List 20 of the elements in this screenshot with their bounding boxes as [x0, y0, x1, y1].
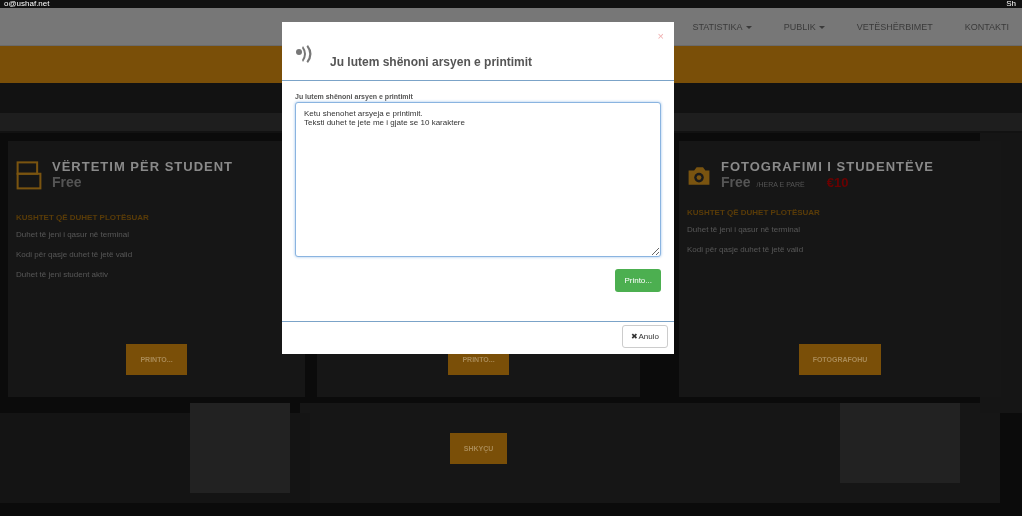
camera-icon — [687, 165, 711, 187]
dialog-title: Ju lutem shënoni arsyen e printimit — [330, 55, 533, 69]
nav-link[interactable]: KONTAKTI — [964, 21, 1009, 32]
print-button[interactable]: Printo... — [615, 269, 661, 292]
card-title: VËRTETIM PËR STUDENT — [52, 159, 234, 174]
close-button[interactable]: × — [657, 30, 664, 42]
price-text: Free — [721, 174, 751, 190]
nav-link[interactable]: STATISTIKA — [692, 21, 752, 32]
reason-field[interactable]: Ketu shenohet arsyeja e printimit. Teksti duhet te jete me i gjate se 10 karaktere — [295, 102, 661, 257]
close-icon: ✖ — [630, 332, 638, 341]
conditions-heading: KUSHTET QË DUHET PLOTËSUAR — [16, 213, 150, 222]
price-text: Free — [52, 174, 82, 190]
extra-price: €10 — [826, 175, 849, 190]
nav-link[interactable]: PUBLIK — [783, 21, 825, 32]
top-right-text: Sh — [1006, 0, 1016, 8]
cancel-button[interactable]: ✖Anulo — [621, 325, 668, 348]
conditions-heading: KUSHTET QË DUHET PLOTËSUAR — [687, 208, 821, 217]
card-title: FOTOGRAFIMI I STUDENTËVE — [721, 159, 934, 174]
email-text: o@ushaf.net — [4, 0, 50, 8]
nav-link[interactable]: VETËSHËRBIMET — [856, 21, 933, 32]
